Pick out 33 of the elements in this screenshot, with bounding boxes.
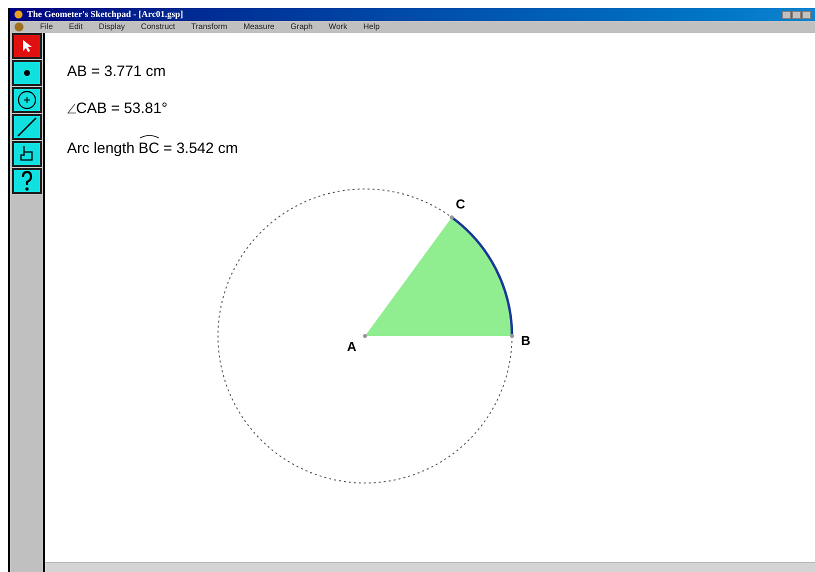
tool-button[interactable] <box>12 60 42 86</box>
tool-button[interactable] <box>12 33 42 59</box>
measurement-text: CAB = 53.81° <box>76 98 168 118</box>
menu-item[interactable]: Edit <box>68 23 83 31</box>
measurement-value: = 3.542 cm <box>163 139 238 159</box>
menu-item[interactable]: Graph <box>290 23 313 31</box>
menu-item[interactable]: File <box>40 23 53 31</box>
menu-item[interactable]: Help <box>363 23 380 31</box>
menu-item[interactable]: Work <box>328 23 348 31</box>
point-label: C <box>456 196 466 212</box>
menu-item[interactable]: Measure <box>243 23 274 31</box>
point-icon <box>24 70 30 76</box>
measurement-label: Arc length <box>67 139 135 159</box>
tool-button[interactable] <box>12 87 42 113</box>
point-label: A <box>347 339 356 354</box>
measurement-text: AB = 3.771 cm <box>67 62 167 82</box>
tool-button[interactable] <box>12 114 42 140</box>
menu-item[interactable]: Display <box>98 23 125 31</box>
point-label: B <box>521 333 530 348</box>
tool-button[interactable] <box>12 141 42 167</box>
arrow-icon <box>21 39 33 53</box>
point[interactable] <box>450 215 454 220</box>
arc-name: BC <box>138 134 160 160</box>
window-title: The Geometer's Sketchpad - [Arc01.gsp] <box>27 10 184 19</box>
question-icon <box>20 170 34 192</box>
tool-button[interactable] <box>12 168 42 194</box>
horizontal-scrollbar[interactable] <box>45 562 815 572</box>
menu-item[interactable]: Transform <box>191 23 228 31</box>
arc-mark-icon <box>138 134 160 139</box>
circle-icon <box>17 90 37 110</box>
menu-item[interactable]: Construct <box>140 23 176 31</box>
angle-icon <box>67 103 76 114</box>
line-icon <box>16 116 38 138</box>
